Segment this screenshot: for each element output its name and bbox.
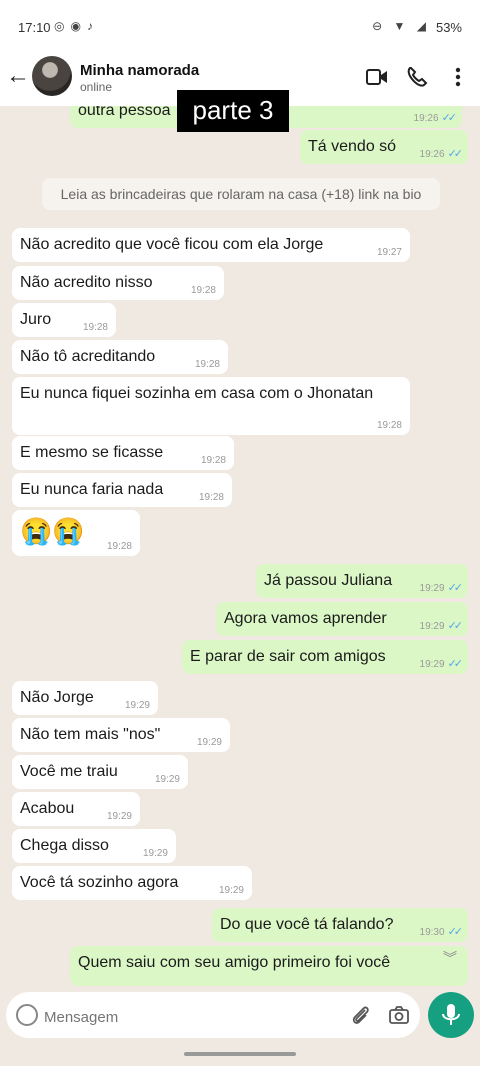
message-text: Eu nunca faria nada (20, 481, 164, 498)
message-time: 19:28 (376, 420, 402, 431)
message-time: 19:29 (218, 885, 244, 896)
chat-area[interactable]: outra pessoa 19:26 ✓✓ Tá vendo só 19:26 ✓✓… (0, 106, 480, 986)
message-incoming[interactable]: Acabou 19:29 (12, 792, 140, 826)
read-ticks-icon: ✓✓ (447, 582, 464, 594)
notification-icons: ◎◉♪ (54, 19, 99, 33)
status-bar: 17:10 ◎◉♪ ⊖ ▼ ◢ 53% (0, 0, 480, 50)
message-time: 19:28 (200, 455, 226, 466)
message-text: Tá vendo só (308, 138, 397, 155)
battery-level: 53% (435, 20, 462, 35)
message-text: Do que você tá falando? (220, 916, 394, 933)
more-options-icon[interactable] (452, 66, 464, 88)
emoji-icon[interactable] (16, 1004, 38, 1026)
message-incoming[interactable]: Juro 19:28 (12, 303, 116, 337)
message-meta: 19:29 ✓✓ (419, 620, 464, 632)
camera-icon[interactable] (388, 1004, 410, 1026)
message-incoming[interactable]: 😭😭 19:28 (12, 510, 140, 556)
message-time: 19:28 (194, 359, 220, 370)
message-outgoing[interactable]: Tá vendo só 19:26 ✓✓ (300, 130, 468, 164)
video-call-icon[interactable] (366, 68, 388, 86)
message-text: Não Jorge (20, 689, 94, 706)
message-outgoing[interactable]: Agora vamos aprender 19:29 ✓✓ (216, 602, 468, 636)
message-incoming[interactable]: Eu nunca faria nada 19:28 (12, 473, 232, 507)
message-text: Eu nunca fiquei sozinha em casa com o Jh… (20, 385, 374, 402)
navigation-handle[interactable] (184, 1052, 296, 1056)
message-meta: 19:29 ✓✓ (419, 582, 464, 594)
message-incoming[interactable]: Não acredito nisso 19:28 (12, 266, 224, 300)
message-text: Juro (20, 311, 52, 328)
contact-status: online (80, 80, 113, 94)
message-meta: 19:26 ✓✓ (413, 112, 458, 124)
message-text: Já passou Juliana (264, 572, 393, 589)
message-text: Você tá sozinho agora (20, 874, 179, 891)
message-text: Agora vamos aprender (224, 610, 387, 627)
message-time: 19:28 (82, 322, 108, 333)
message-time: 19:29 (106, 811, 132, 822)
scroll-to-bottom-icon[interactable]: ︾ (436, 944, 464, 972)
system-icons: ⊖ ▼ ◢ (372, 19, 430, 33)
read-ticks-icon: ✓✓ (441, 112, 458, 124)
message-meta: 19:26 ✓✓ (419, 148, 464, 160)
attachment-icon[interactable] (350, 1004, 372, 1026)
message-text: Chega disso (20, 837, 109, 854)
read-ticks-icon: ✓✓ (447, 148, 464, 160)
message-time: 19:29 (142, 848, 168, 859)
message-input[interactable] (42, 1005, 326, 1029)
message-incoming[interactable]: Não tem mais "nos" 19:29 (12, 718, 230, 752)
message-text: Não tô acreditando (20, 348, 156, 365)
message-outgoing[interactable]: Quem saiu com seu amigo primeiro foi voc… (70, 946, 468, 986)
message-incoming[interactable]: Eu nunca fiquei sozinha em casa com o Jh… (12, 377, 410, 435)
message-time: 19:27 (376, 247, 402, 258)
message-composer (6, 992, 420, 1038)
read-ticks-icon: ✓✓ (447, 926, 464, 938)
message-outgoing[interactable]: Já passou Juliana 19:29 ✓✓ (256, 564, 468, 598)
read-ticks-icon: ✓✓ (447, 620, 464, 632)
message-incoming[interactable]: Não acredito que você ficou com ela Jorg… (12, 228, 410, 262)
voice-call-icon[interactable] (406, 66, 428, 88)
message-time: 19:29 (196, 737, 222, 748)
contact-name[interactable]: Minha namorada (80, 62, 199, 79)
video-overlay-label: parte 3 (177, 90, 289, 132)
message-time: 19:28 (190, 285, 216, 296)
system-notice: Leia as brincadeiras que rolaram na casa… (42, 178, 440, 210)
message-meta: 19:29 ✓✓ (419, 658, 464, 670)
message-incoming[interactable]: Chega disso 19:29 (12, 829, 176, 863)
voice-record-button[interactable] (428, 992, 474, 1038)
message-incoming[interactable]: E mesmo se ficasse 19:28 (12, 436, 234, 470)
message-time: 19:29 (154, 774, 180, 785)
message-incoming[interactable]: Você tá sozinho agora 19:29 (12, 866, 252, 900)
status-time: 17:10 (18, 20, 51, 35)
message-time: 19:28 (106, 541, 132, 552)
microphone-icon (442, 1004, 460, 1025)
back-arrow-icon[interactable]: ← (6, 62, 30, 90)
message-incoming[interactable]: Você me traiu 19:29 (12, 755, 188, 789)
message-text: E parar de sair com amigos (190, 648, 386, 665)
message-incoming[interactable]: Não Jorge 19:29 (12, 681, 158, 715)
message-text: Você me traiu (20, 763, 118, 780)
message-outgoing[interactable]: Do que você tá falando? 19:30 ✓✓ (212, 908, 468, 942)
message-text: Não acredito que você ficou com ela Jorg… (20, 236, 324, 253)
message-incoming[interactable]: Não tô acreditando 19:28 (12, 340, 228, 374)
message-time: 19:29 (124, 700, 150, 711)
message-text: Não acredito nisso (20, 274, 153, 291)
message-text: Acabou (20, 800, 75, 817)
message-text: Quem saiu com seu amigo primeiro foi voc… (78, 954, 391, 971)
message-outgoing[interactable]: E parar de sair com amigos 19:29 ✓✓ (182, 640, 468, 674)
message-text: outra pessoa (78, 106, 171, 119)
contact-avatar[interactable] (32, 56, 72, 96)
crying-emoji-icon: 😭😭 (20, 516, 85, 546)
message-meta: 19:30 ✓✓ (419, 926, 464, 938)
message-text: Não tem mais "nos" (20, 726, 161, 743)
read-ticks-icon: ✓✓ (447, 658, 464, 670)
message-time: 19:28 (198, 492, 224, 503)
message-text: E mesmo se ficasse (20, 444, 164, 461)
